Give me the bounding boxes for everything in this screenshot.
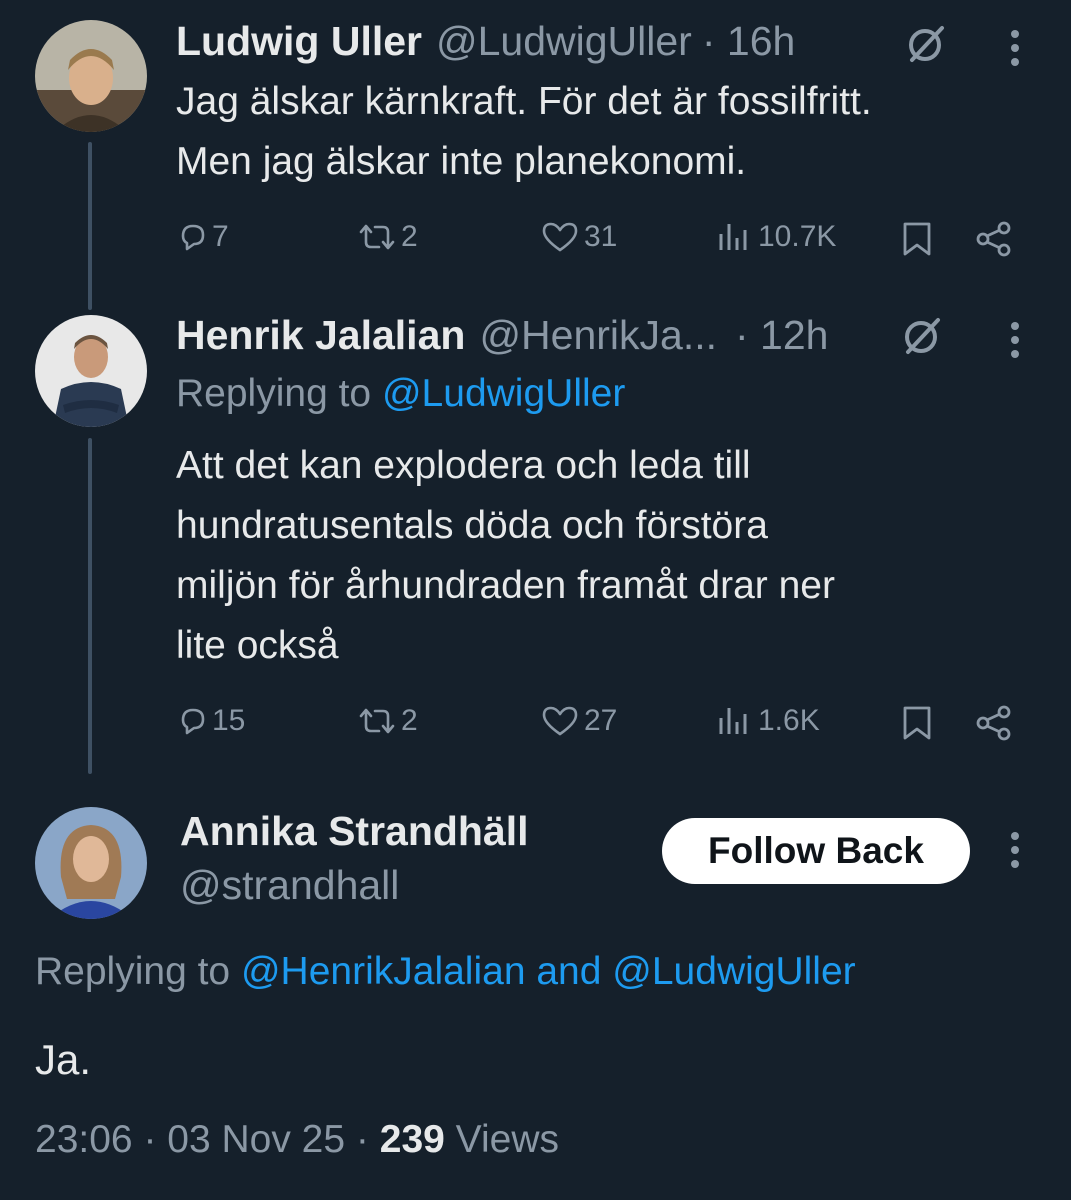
replying-to-link[interactable]: @LudwigUller <box>382 372 625 415</box>
author-name[interactable]: Annika Strandhäll <box>180 808 529 855</box>
tweet-time[interactable]: 23:06 <box>35 1118 133 1161</box>
reply-count: 15 <box>212 704 246 737</box>
thread-line <box>88 142 92 310</box>
tweet-meta: 23:06 · 03 Nov 25 · 239 Views <box>35 1118 559 1161</box>
replying-to: Replying to @HenrikJalalian and @LudwigU… <box>35 950 856 994</box>
views-label: Views <box>455 1118 559 1161</box>
follow-back-button[interactable]: Follow Back <box>662 818 970 884</box>
reply-button[interactable]: 15 <box>176 704 245 738</box>
reply-icon <box>181 708 205 735</box>
replying-to-link[interactable]: @HenrikJalalian <box>241 950 526 993</box>
replying-prefix: Replying to <box>35 950 231 993</box>
repost-icon <box>359 224 395 250</box>
views-count: 10.7K <box>758 220 837 253</box>
tweet-date[interactable]: 03 Nov 25 <box>167 1118 345 1161</box>
author-name[interactable]: Henrik Jalalian <box>176 312 465 359</box>
tweet-time[interactable]: · 16h <box>702 18 795 65</box>
author-handle[interactable]: @HenrikJa... <box>479 312 717 359</box>
like-count: 27 <box>584 704 618 737</box>
tweet-text: Ja. <box>35 1036 92 1083</box>
replying-prefix: Replying to <box>176 372 372 415</box>
avatar[interactable] <box>35 315 147 427</box>
like-icon <box>542 222 578 252</box>
bookmark-icon[interactable] <box>900 220 934 263</box>
repost-count: 2 <box>401 704 418 737</box>
repost-count: 2 <box>401 220 418 253</box>
like-count: 31 <box>584 220 618 253</box>
tweet-line: Att det kan explodera och leda till <box>176 444 751 487</box>
views-count: 239 <box>379 1118 445 1161</box>
tweet-line: Jag älskar kärnkraft. För det är fossilf… <box>176 80 872 123</box>
views-icon <box>719 708 747 734</box>
reply-count: 7 <box>212 220 229 253</box>
avatar[interactable] <box>35 20 147 132</box>
grok-icon[interactable] <box>904 22 948 66</box>
more-icon[interactable] <box>1011 832 1019 874</box>
repost-icon <box>359 708 395 734</box>
tweet-line: lite också <box>176 624 339 667</box>
replying-to: Replying to @LudwigUller <box>176 372 625 416</box>
views-icon <box>719 224 747 250</box>
repost-button[interactable]: 2 <box>355 220 418 254</box>
grok-icon[interactable] <box>900 314 944 358</box>
tweet-line: Men jag älskar inte planekonomi. <box>176 140 747 183</box>
replying-and: and <box>536 950 602 993</box>
avatar[interactable] <box>35 807 147 919</box>
tweet-line: miljön för århundraden framåt drar ner <box>176 564 835 607</box>
author-name[interactable]: Ludwig Uller <box>176 18 422 65</box>
views-button[interactable]: 10.7K <box>716 220 836 254</box>
share-icon[interactable] <box>974 704 1014 747</box>
more-icon[interactable] <box>1011 30 1019 72</box>
thread-line <box>88 438 92 774</box>
tweet-text: Att det kan explodera och leda till hund… <box>176 436 1046 676</box>
tweet-header: Ludwig Uller @LudwigUller · 16h <box>176 18 795 65</box>
more-icon[interactable] <box>1011 322 1019 364</box>
tweet-text: Jag älskar kärnkraft. För det är fossilf… <box>176 72 1046 192</box>
tweet-header: Henrik Jalalian @HenrikJa... · 12h <box>176 312 828 359</box>
repost-button[interactable]: 2 <box>355 704 418 738</box>
replying-to-link[interactable]: @LudwigUller <box>612 950 855 993</box>
reply-icon <box>181 224 205 251</box>
reply-button[interactable]: 7 <box>176 220 229 254</box>
bookmark-icon[interactable] <box>900 704 934 747</box>
author-handle[interactable]: @strandhall <box>180 862 399 909</box>
like-icon <box>542 706 578 736</box>
views-count: 1.6K <box>758 704 820 737</box>
like-button[interactable]: 27 <box>540 704 617 738</box>
author-handle[interactable]: @LudwigUller <box>436 18 692 65</box>
tweet-line: hundratusentals döda och förstöra <box>176 504 768 547</box>
views-button[interactable]: 1.6K <box>716 704 820 738</box>
share-icon[interactable] <box>974 220 1014 263</box>
tweet-time[interactable]: · 12h <box>735 312 828 359</box>
like-button[interactable]: 31 <box>540 220 617 254</box>
